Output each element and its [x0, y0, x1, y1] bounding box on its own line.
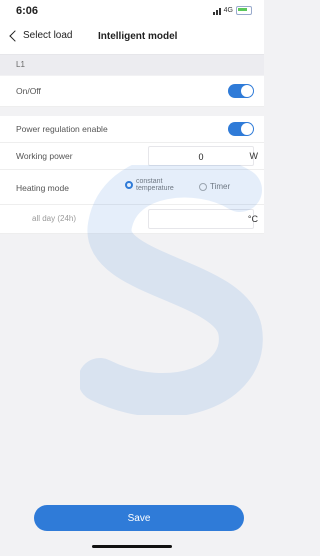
- radio-selected-icon: [125, 181, 133, 189]
- chevron-left-icon: [9, 29, 21, 42]
- working-power-row: Working power W: [0, 143, 264, 170]
- working-power-field[interactable]: [148, 146, 254, 166]
- nav-bar: Select load Intelligent model: [0, 22, 264, 55]
- signal-icon: [212, 7, 221, 15]
- working-power-input[interactable]: [149, 148, 253, 166]
- all-day-temperature-field[interactable]: [148, 209, 254, 229]
- on-off-label: On/Off: [16, 86, 41, 96]
- power-regulation-label: Power regulation enable: [16, 124, 108, 134]
- battery-icon: [236, 6, 252, 15]
- status-bar: 6:06 4G: [0, 0, 264, 22]
- status-icons: 4G: [212, 6, 252, 15]
- heating-mode-row: Heating mode constant temperature Timer: [0, 170, 264, 205]
- radio-unselected-icon: [199, 182, 207, 191]
- all-day-label: all day (24h): [32, 214, 77, 223]
- constant-temperature-label: constant temperature: [136, 178, 174, 192]
- back-button[interactable]: Select load: [8, 29, 73, 42]
- timer-label: Timer: [210, 182, 231, 191]
- working-power-label: Working power: [16, 151, 73, 161]
- temperature-unit: °C: [247, 214, 258, 224]
- all-day-temperature-input[interactable]: [149, 211, 253, 229]
- power-regulation-row: Power regulation enable: [0, 116, 264, 143]
- all-day-row: all day (24h) °C: [0, 205, 264, 234]
- working-power-unit: W: [249, 151, 259, 161]
- on-off-toggle[interactable]: [228, 84, 254, 98]
- timer-radio[interactable]: Timer: [199, 182, 230, 191]
- home-indicator: [92, 545, 172, 548]
- heating-mode-label: Heating mode: [16, 183, 69, 193]
- network-label: 4G: [223, 7, 233, 14]
- status-time: 6:06: [16, 5, 39, 17]
- save-button[interactable]: Save: [34, 505, 244, 531]
- page-title: Intelligent model: [98, 31, 178, 42]
- section-header-l1: L1: [0, 55, 264, 75]
- power-regulation-toggle[interactable]: [228, 122, 254, 136]
- constant-line1: constant: [136, 178, 163, 185]
- back-label: Select load: [23, 30, 73, 41]
- on-off-row: On/Off: [0, 76, 264, 107]
- constant-temperature-radio[interactable]: constant temperature: [125, 178, 174, 192]
- section-label: L1: [16, 60, 25, 69]
- constant-line2: temperature: [136, 185, 174, 192]
